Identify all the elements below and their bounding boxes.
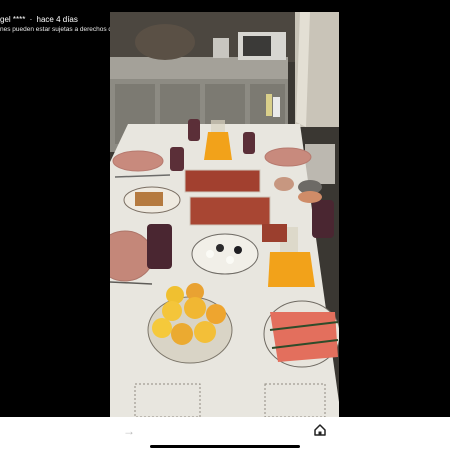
story-author[interactable]: gel **** · hace 4 días	[0, 15, 78, 25]
separator-dot: ·	[29, 15, 33, 24]
bottom-navigation: →	[0, 417, 450, 450]
author-name[interactable]: gel ****	[0, 15, 25, 24]
breakfast-table-photo	[110, 12, 339, 417]
home-indicator	[150, 445, 300, 448]
home-icon[interactable]	[313, 423, 327, 437]
post-time: hace 4 días	[36, 15, 78, 24]
arrow-right-icon[interactable]: →	[122, 424, 136, 438]
